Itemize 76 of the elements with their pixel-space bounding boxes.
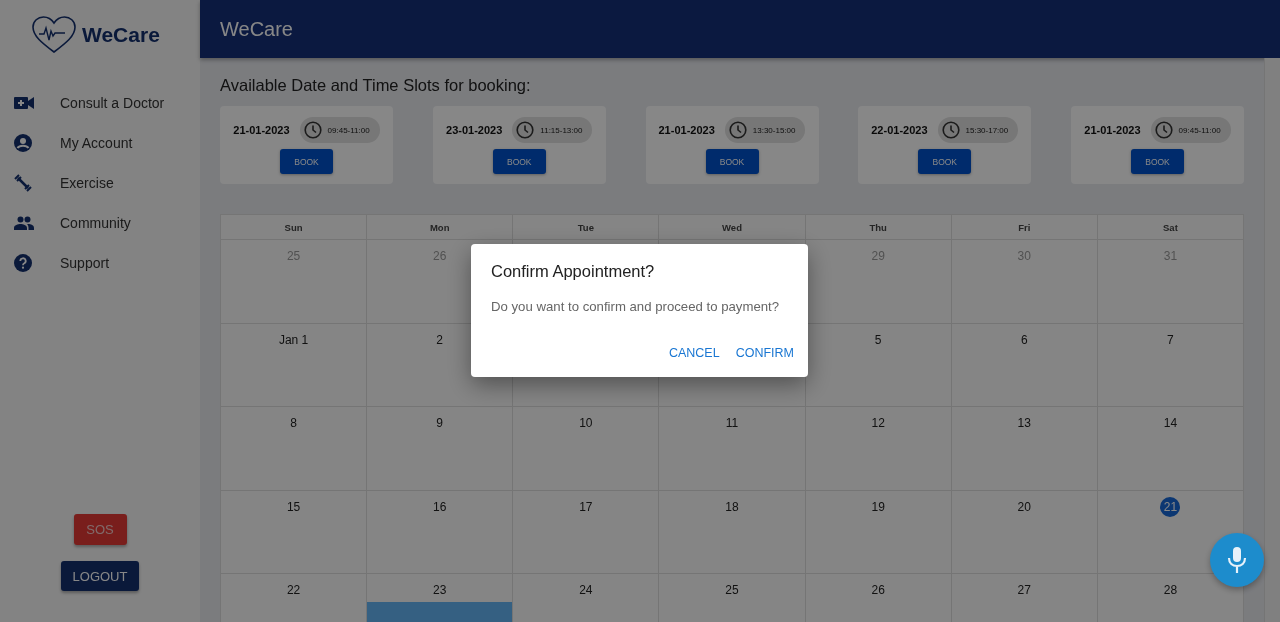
weekday-label: Sat [1097, 215, 1244, 240]
time-chip: 09:45-11:00 [1150, 117, 1231, 143]
day-number: 7 [1167, 331, 1174, 349]
day-number: 23 [433, 582, 447, 599]
dialog-action-button[interactable]: CANCEL [662, 342, 726, 364]
weekday-label: Tue [513, 215, 660, 240]
today-marker: 21 [1160, 496, 1181, 517]
microphone-button[interactable] [1210, 533, 1264, 587]
day-number: 6 [1020, 331, 1028, 349]
day-number: 19 [871, 498, 885, 516]
day-number: Jan 1 [278, 331, 309, 349]
day-number: 9 [436, 415, 444, 432]
sidebar-item[interactable]: Community [0, 203, 200, 243]
day-number: 20 [1017, 498, 1031, 516]
day-number: 12 [871, 415, 885, 432]
brand-name: WeCare [82, 23, 160, 47]
dialog-message: Do you want to confirm and proceed to payment? [491, 299, 781, 314]
sidebar-item[interactable]: Support [0, 243, 200, 283]
header-title: WeCare [220, 17, 293, 41]
logout-button[interactable]: LOGOUT [61, 561, 139, 591]
day-number: 22 [286, 582, 301, 599]
slot-date: 23-01-2023 [446, 124, 503, 136]
day-number: 16 [433, 498, 447, 516]
book-button[interactable]: BOOK [280, 149, 333, 174]
time-chip: 11:15-13:00 [512, 117, 593, 143]
scrollbar[interactable] [1264, 58, 1280, 622]
event-bar[interactable] [367, 602, 513, 622]
book-button[interactable]: BOOK [1131, 149, 1184, 174]
day-number: 18 [725, 498, 739, 516]
sidebar-item[interactable]: Exercise [0, 163, 200, 203]
time-chip: 09:45-11:00 [299, 117, 380, 143]
day-number: 11 [725, 415, 739, 432]
day-number: 8 [290, 415, 297, 432]
sidebar-item[interactable]: My Account [0, 123, 200, 163]
slot-date: 22-01-2023 [871, 124, 928, 136]
day-number: 14 [1163, 415, 1178, 432]
weekday-label: Fri [951, 215, 1098, 240]
help-icon [14, 254, 32, 272]
day-number: 25 [725, 582, 739, 599]
slots-heading: Available Date and Time Slots for booking: [220, 76, 532, 95]
day-number: 17 [579, 498, 593, 516]
day-number: 24 [579, 582, 593, 599]
clock-icon [728, 121, 747, 139]
clock-icon [516, 121, 535, 139]
heart-logo-icon [32, 16, 76, 54]
day-number: 13 [1017, 415, 1031, 432]
day-number: 28 [1163, 582, 1178, 599]
day-number: 10 [579, 415, 593, 432]
clock-icon [303, 121, 322, 139]
day-number: 27 [1017, 582, 1031, 599]
weekday-label: Sun [221, 215, 368, 240]
slot-date: 21-01-2023 [233, 124, 290, 136]
book-button[interactable]: BOOK [918, 149, 972, 174]
book-button[interactable]: BOOK [705, 149, 759, 174]
sidebar-item[interactable]: Consult a Doctor [0, 83, 200, 123]
dialog-action-button[interactable]: CONFIRM [729, 342, 800, 364]
weekday-label: Thu [805, 215, 952, 240]
dumbbell-icon [14, 174, 32, 192]
clock-icon [1154, 121, 1173, 139]
day-number: 5 [874, 331, 882, 349]
clock-icon [941, 121, 960, 139]
day-number: 15 [286, 498, 301, 516]
weekday-label: Wed [659, 215, 806, 240]
slot-date: 21-01-2023 [1084, 124, 1141, 136]
day-number: 26 [871, 582, 885, 599]
dialog-title: Confirm Appointment? [491, 262, 656, 281]
weekday-label: Mon [367, 215, 514, 240]
book-button[interactable]: BOOK [492, 149, 546, 174]
slot-date: 21-01-2023 [658, 124, 715, 136]
people-icon [14, 216, 34, 230]
video-camera-icon [14, 96, 34, 110]
day-number: 2 [436, 331, 444, 349]
microphone-icon [1227, 546, 1247, 574]
account-icon [14, 134, 32, 152]
time-chip: 15:30-17:00 [937, 117, 1019, 143]
time-chip: 13:30-15:00 [724, 117, 806, 143]
